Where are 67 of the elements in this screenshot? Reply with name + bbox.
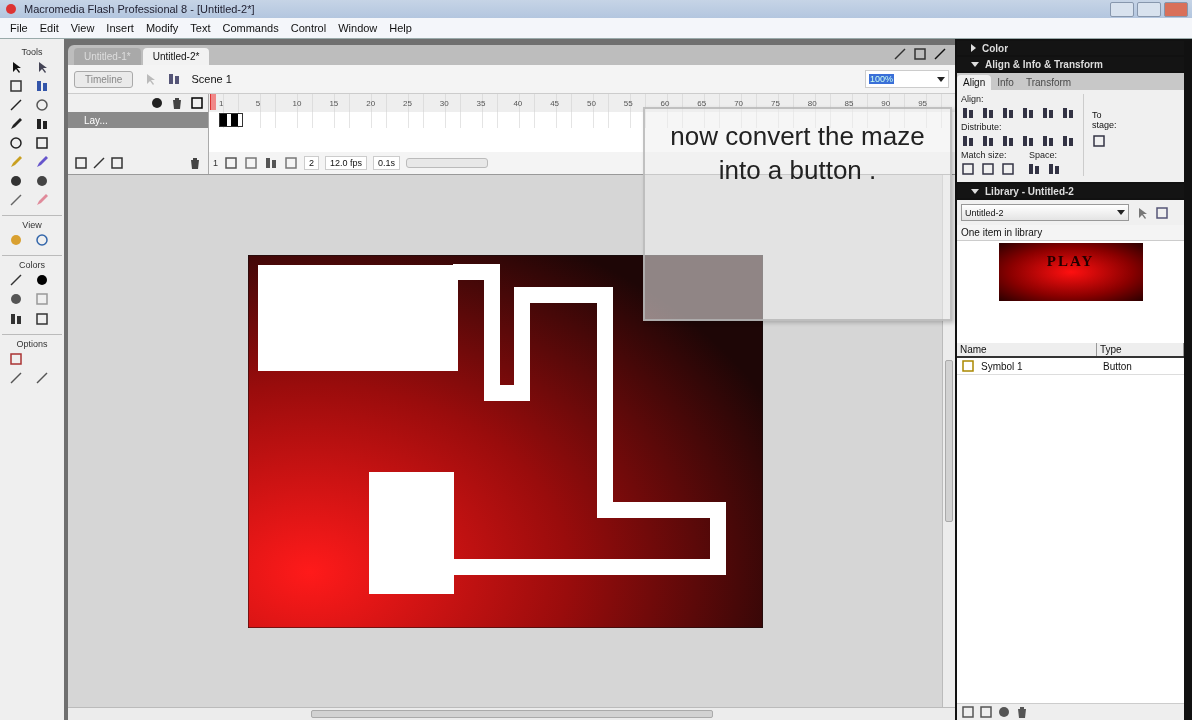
space-label: Space: — [1029, 150, 1058, 160]
column-header[interactable]: Name — [957, 343, 1097, 356]
menu-item[interactable]: Text — [184, 22, 217, 34]
frame-number: 50 — [586, 98, 597, 108]
frame-number: 10 — [292, 98, 303, 108]
item-count: One item in library — [957, 225, 1184, 241]
frame-number: 15 — [329, 98, 340, 108]
document-tab[interactable]: Untitled-2* — [142, 48, 210, 65]
frame-number: 40 — [513, 98, 524, 108]
frame-number: 1 — [219, 98, 225, 108]
panel-tab[interactable]: Align — [957, 75, 992, 90]
app-logo-icon — [4, 2, 18, 16]
distribute-label: Distribute: — [961, 122, 1003, 132]
symbol-name: Symbol 1 — [981, 360, 1023, 372]
view-heading: View — [22, 220, 42, 230]
panel-tab[interactable]: Transform — [1019, 75, 1078, 90]
window-title: Macromedia Flash Professional 8 - [Untitled-2*] — [24, 3, 255, 15]
frame-number: 25 — [403, 98, 413, 108]
delete-icon[interactable] — [1015, 705, 1029, 719]
frame-number: 60 — [660, 98, 671, 108]
frame-number: 70 — [734, 98, 745, 108]
frame-field: 2 — [304, 156, 320, 170]
panel-tab[interactable]: Info — [991, 75, 1020, 90]
frame-number: 35 — [476, 98, 487, 108]
library-row[interactable]: Symbol 1 Button — [957, 358, 1184, 375]
frame-number: 95 — [918, 98, 929, 108]
frame-ruler[interactable]: 1 5 10 15 20 25 30 35 40 45 50 55 60 65 70 75 80 85 90 95 — [209, 94, 955, 112]
scene-label: Scene 1 — [191, 73, 232, 85]
menu-item[interactable]: Modify — [139, 22, 185, 34]
menu-item[interactable]: Window — [332, 22, 384, 34]
menu-item[interactable]: File — [4, 22, 34, 34]
library-select[interactable]: Untitled-2 — [961, 204, 1129, 221]
options-heading: Options — [16, 339, 48, 349]
preview-label: PLAY — [1046, 253, 1095, 270]
align-label: Align: — [961, 94, 985, 104]
elapsed-time: 0.1s — [373, 156, 401, 170]
horizontal-scrollbar[interactable] — [68, 707, 955, 720]
frame-number: 90 — [881, 98, 892, 108]
menu-item[interactable]: Commands — [216, 22, 285, 34]
tools-heading: Tools — [21, 47, 43, 57]
frame-number: 75 — [770, 98, 781, 108]
current-frame: 1 — [213, 158, 218, 168]
frame-number: 20 — [366, 98, 377, 108]
symbol-type: Button — [1102, 360, 1133, 372]
to-stage-label: To stage: — [1092, 110, 1118, 130]
trash-icon[interactable] — [188, 156, 202, 170]
match-size-label: Match size: — [961, 150, 1008, 160]
keyframe-cells[interactable] — [219, 113, 243, 127]
menu-item[interactable]: Insert — [100, 22, 140, 34]
menu-item[interactable]: Help — [383, 22, 418, 34]
caption-text: now convert the maze into a button . — [669, 120, 926, 187]
frame-number: 45 — [550, 98, 561, 108]
frame-number: 55 — [623, 98, 634, 108]
zoom-field[interactable]: 100% — [865, 70, 949, 88]
vertical-scrollbar[interactable] — [942, 175, 955, 707]
frame-rate: 12.0 fps — [325, 156, 368, 170]
frame-number: 85 — [844, 98, 855, 108]
frame-number: 30 — [439, 98, 450, 108]
column-header[interactable]: Type — [1097, 343, 1184, 356]
menu-item[interactable]: Edit — [33, 22, 65, 34]
colors-heading: Colors — [19, 260, 45, 270]
frame-number: 65 — [697, 98, 708, 108]
menu-item[interactable]: View — [64, 22, 101, 34]
timeline-scrollbar[interactable] — [406, 158, 489, 168]
menu-item[interactable]: Control — [284, 22, 333, 34]
frame-number: 80 — [807, 98, 818, 108]
frame-number: 5 — [255, 98, 262, 108]
